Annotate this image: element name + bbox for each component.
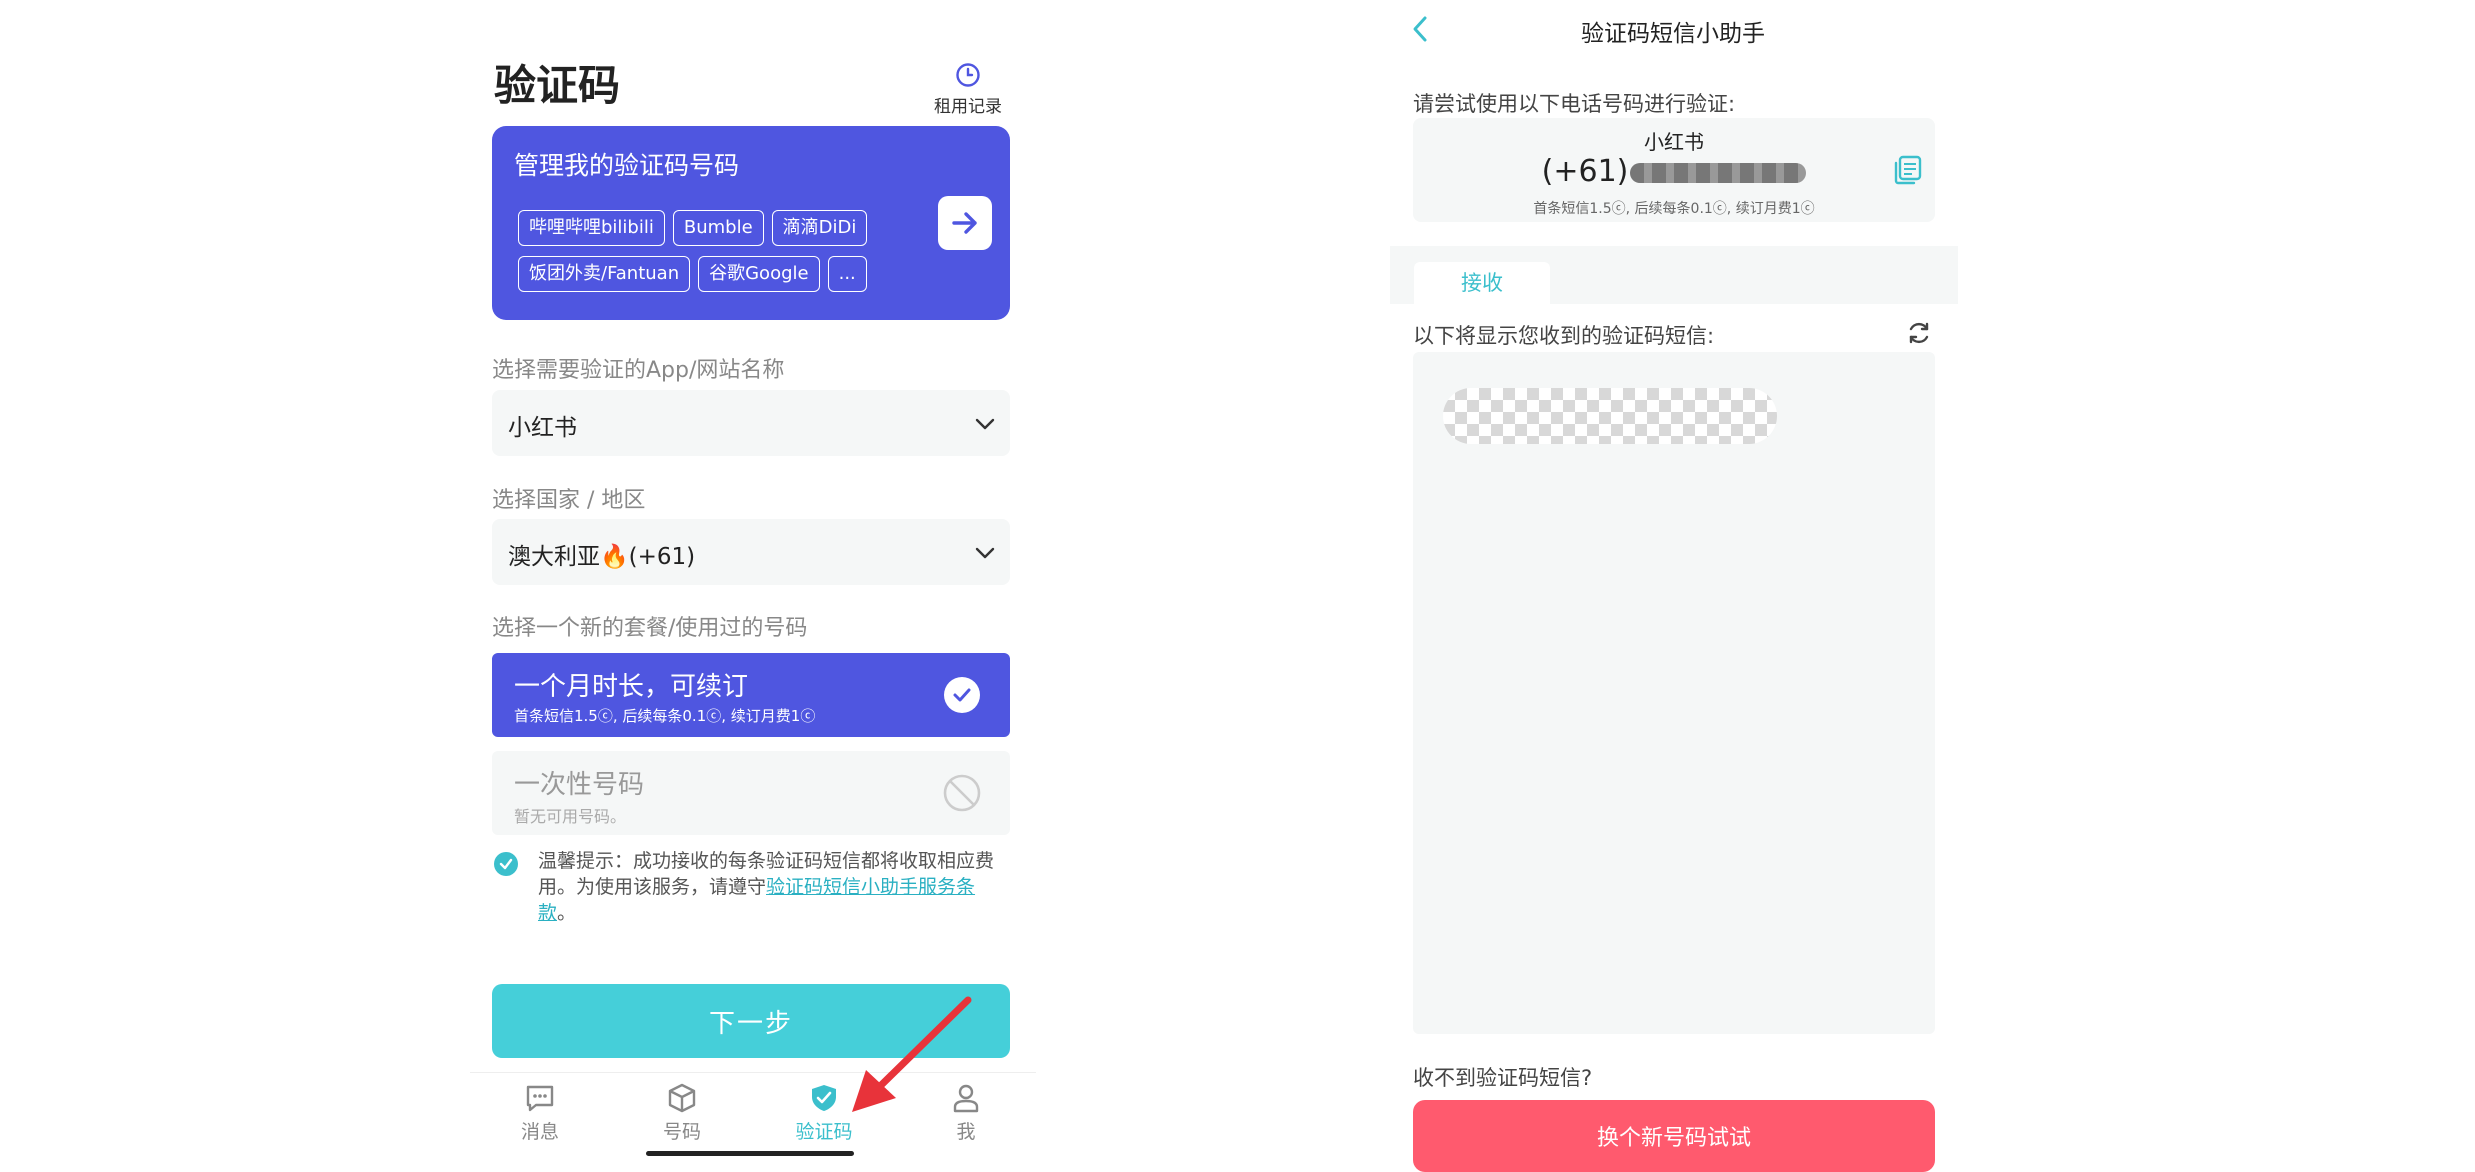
tab-label: 我 <box>956 1121 976 1143</box>
rent-record-button[interactable]: 租用记录 <box>930 62 1006 117</box>
home-indicator <box>646 1151 854 1156</box>
app-chip[interactable]: 滴滴DiDi <box>771 210 868 246</box>
tab-messages[interactable]: 消息 <box>490 1083 590 1144</box>
app-chip[interactable]: 谷歌Google <box>698 256 820 292</box>
plan-desc: 首条短信1.5ⓒ, 后续每条0.1ⓒ, 续订月费1ⓒ <box>514 707 816 725</box>
arrow-right-icon <box>952 212 977 234</box>
phone-number: (+61) <box>1413 154 1935 189</box>
tab-label: 消息 <box>520 1121 559 1143</box>
ban-icon <box>943 774 981 812</box>
phone-number-card: 小红书 (+61) 首条短信1.5ⓒ, 后续每条0.1ⓒ, 续订月费1ⓒ <box>1413 118 1935 222</box>
shield-check-icon <box>812 1085 836 1111</box>
message-icon <box>526 1085 554 1112</box>
agreement-checkbox[interactable] <box>494 852 518 876</box>
redacted-sms-message <box>1443 388 1777 444</box>
manage-arrow-button[interactable] <box>938 196 992 250</box>
tab-label: 号码 <box>662 1121 701 1143</box>
try-number-hint: 请尝试使用以下电话号码进行验证: <box>1413 92 1736 116</box>
plan-desc: 暂无可用号码。 <box>514 807 627 826</box>
copy-icon[interactable] <box>1891 154 1923 186</box>
country-select[interactable]: 澳大利亚🔥(+61) <box>492 519 1010 585</box>
app-chip[interactable]: 哔哩哔哩bilibili <box>518 210 665 246</box>
page-title: 验证码 <box>494 61 621 110</box>
tab-label: 验证码 <box>795 1121 853 1143</box>
app-chip[interactable]: Bumble <box>672 210 764 246</box>
plan-option-monthly[interactable]: 一个月时长，可续订 首条短信1.5ⓒ, 后续每条0.1ⓒ, 续订月费1ⓒ <box>492 653 1010 737</box>
new-number-button[interactable]: 换个新号码试试 <box>1413 1100 1935 1172</box>
receive-hint: 以下将显示您收到的验证码短信: <box>1413 324 1715 348</box>
app-select-value: 小红书 <box>508 415 577 441</box>
no-sms-hint: 收不到验证码短信? <box>1413 1066 1593 1090</box>
check-icon <box>499 858 513 870</box>
plan-name: 一个月时长，可续订 <box>514 672 749 702</box>
annotation-arrow <box>852 996 972 1112</box>
country-select-value: 澳大利亚🔥(+61) <box>508 544 696 570</box>
country-select-label: 选择国家 / 地区 <box>492 488 646 513</box>
app-chip[interactable]: 饭团外卖/Fantuan <box>518 256 691 292</box>
plan-section-label: 选择一个新的套餐/使用过的号码 <box>492 616 808 641</box>
sms-message-area <box>1413 352 1935 1034</box>
app-select-label: 选择需要验证的App/网站名称 <box>492 358 785 383</box>
chevron-down-icon <box>975 418 995 430</box>
agreement-suffix: 。 <box>557 902 577 924</box>
phone-redacted <box>1630 162 1807 183</box>
refresh-icon[interactable] <box>1906 320 1932 346</box>
number-app-name: 小红书 <box>1644 130 1704 154</box>
rent-record-label: 租用记录 <box>934 97 1002 117</box>
agreement-text: 温馨提示：成功接收的每条验证码短信都将收取相应费用。为使用该服务，请遵守验证码短… <box>538 848 998 926</box>
plan-name: 一次性号码 <box>514 770 645 800</box>
box-icon <box>668 1083 696 1113</box>
phone-prefix: (+61) <box>1541 154 1629 189</box>
check-icon <box>944 677 980 713</box>
plan-option-one-time[interactable]: 一次性号码 暂无可用号码。 <box>492 751 1010 835</box>
tab-numbers[interactable]: 号码 <box>632 1083 732 1144</box>
message-tabs: 接收 <box>1390 246 1958 304</box>
manage-card-title: 管理我的验证码号码 <box>514 151 740 180</box>
app-select[interactable]: 小红书 <box>492 390 1010 456</box>
tab-receive[interactable]: 接收 <box>1414 262 1550 304</box>
app-chip-more[interactable]: ... <box>827 256 867 292</box>
nav-title: 验证码短信小助手 <box>1581 21 1765 47</box>
manage-numbers-card[interactable]: 管理我的验证码号码 哔哩哔哩bilibili Bumble 滴滴DiDi 饭团外卖/… <box>492 126 1010 320</box>
chevron-down-icon <box>975 547 995 559</box>
app-chips: 哔哩哔哩bilibili Bumble 滴滴DiDi 饭团外卖/Fantuan 谷歌G… <box>518 210 918 302</box>
number-pricing: 首条短信1.5ⓒ, 后续每条0.1ⓒ, 续订月费1ⓒ <box>1533 201 1815 217</box>
clock-icon <box>956 63 980 87</box>
